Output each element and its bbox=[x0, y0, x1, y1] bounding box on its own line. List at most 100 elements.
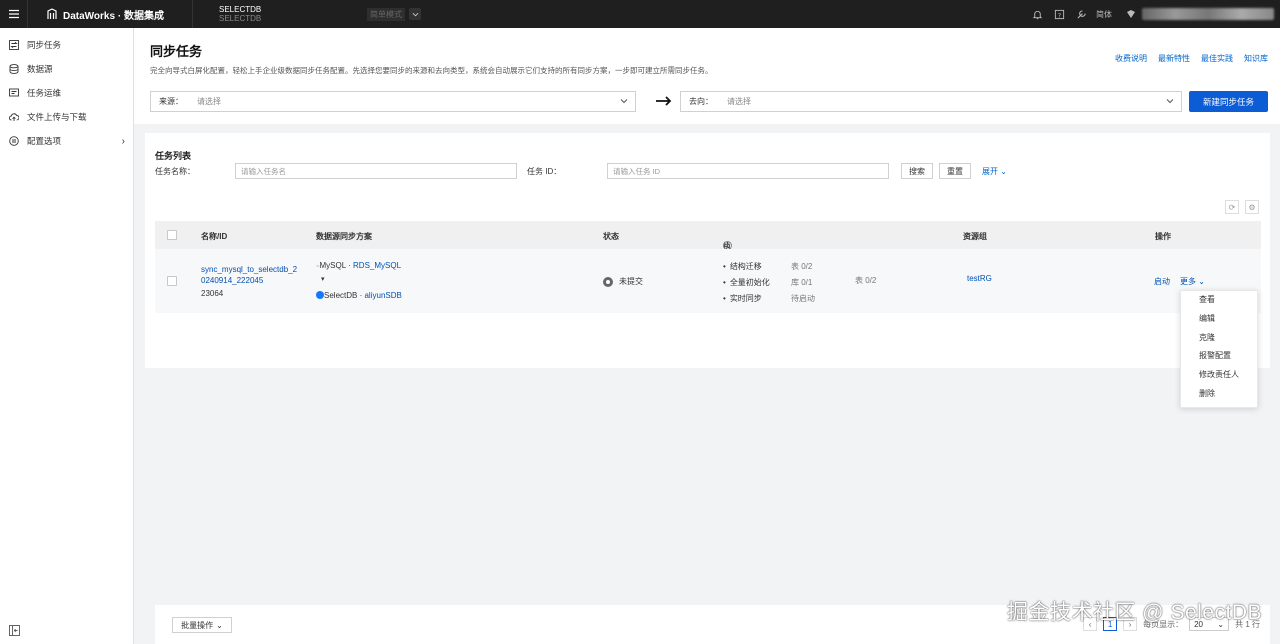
bell-icon[interactable] bbox=[1026, 9, 1048, 20]
menu-item-view[interactable]: 查看 bbox=[1181, 291, 1257, 310]
select-all-checkbox[interactable] bbox=[167, 230, 177, 240]
status-text: 未提交 bbox=[619, 277, 643, 286]
more-actions-menu: 查看 编辑 克隆 报警配置 修改责任人 删除 bbox=[1180, 290, 1258, 408]
menu-item-edit[interactable]: 编辑 bbox=[1181, 310, 1257, 329]
task-name-link[interactable]: sync_mysql_to_selectdb_2 0240914_222045 bbox=[201, 264, 297, 286]
source-placeholder: 请选择 bbox=[197, 97, 221, 106]
chevron-right-icon: › bbox=[121, 135, 125, 147]
sidebar-item-label: 任务运维 bbox=[27, 88, 62, 98]
task-name-label: 任务名称： bbox=[155, 166, 195, 176]
exec-realtime-value: 待启动 bbox=[791, 294, 815, 303]
table-row: sync_mysql_to_selectdb_2 0240914_222045 … bbox=[155, 249, 1261, 313]
col-resource-group: 资源组 bbox=[963, 232, 987, 241]
user-name-redacted[interactable] bbox=[1142, 8, 1274, 20]
task-name-input[interactable]: 请输入任务名 bbox=[235, 163, 517, 179]
mode-switch[interactable]: 简单模式 bbox=[367, 7, 421, 21]
settings-icon bbox=[9, 136, 19, 146]
workspace-selector[interactable]: SELECTDB SELECTDB bbox=[193, 0, 367, 28]
expand-label: 展开 bbox=[982, 167, 998, 176]
exec-full-init-table-value: 表 0/2 bbox=[855, 276, 877, 285]
watermark: 掘金技术社区 @ SelectDB bbox=[1006, 601, 1262, 624]
sidebar-item-config[interactable]: 配置选项 › bbox=[0, 129, 133, 153]
link-best-practice[interactable]: 最佳实践 bbox=[1201, 53, 1233, 64]
target-label: 去向： bbox=[689, 97, 713, 106]
settings-gear-icon[interactable]: ⚙ bbox=[1245, 200, 1259, 214]
table-header: 名称/ID 数据源同步方案 状态 执行概况 ? 资源组 操作 bbox=[155, 221, 1261, 284]
status-dot-icon bbox=[603, 276, 613, 287]
col-scheme: 数据源同步方案 bbox=[316, 232, 372, 241]
database-icon bbox=[9, 64, 19, 74]
collapse-sidebar-icon[interactable] bbox=[9, 625, 20, 636]
link-knowledge-base[interactable]: 知识库 bbox=[1244, 53, 1268, 64]
expand-filters-link[interactable]: 展开 ⌄ bbox=[982, 166, 1007, 177]
search-button[interactable]: 搜索 bbox=[901, 163, 933, 179]
target-datasource-link[interactable]: aliyunSDB bbox=[364, 291, 401, 300]
target-type: SelectDB bbox=[324, 291, 358, 300]
row-checkbox[interactable] bbox=[167, 276, 177, 286]
sidebar-item-datasource[interactable]: 数据源 bbox=[0, 57, 133, 81]
sidebar: 同步任务 数据源 任务运维 文件上传与下载 配置选项 › bbox=[0, 28, 134, 644]
hamburger-menu-icon[interactable] bbox=[0, 0, 28, 28]
tools-icon[interactable] bbox=[1070, 9, 1092, 20]
more-action[interactable]: 更多 ⌄ bbox=[1180, 276, 1205, 287]
brand[interactable]: DataWorks · 数据集成 bbox=[28, 0, 193, 28]
cloud-upload-icon bbox=[9, 113, 19, 121]
task-name-line2: 0240914_222045 bbox=[201, 276, 264, 285]
help-icon[interactable]: ? bbox=[1048, 9, 1070, 20]
refresh-icon[interactable]: ⟳ bbox=[1225, 200, 1239, 214]
chevron-down-icon bbox=[620, 99, 628, 104]
chevron-down-icon bbox=[1166, 99, 1174, 104]
help-links: 收费说明 最新特性 最佳实践 知识库 bbox=[1115, 53, 1268, 64]
source-datasource-link[interactable]: RDS_MySQL bbox=[353, 261, 401, 270]
mode-label: 简单模式 bbox=[367, 7, 405, 21]
menu-item-change-owner[interactable]: 修改责任人 bbox=[1181, 366, 1257, 385]
batch-actions-button[interactable]: 批量操作 ⌄ bbox=[172, 617, 232, 633]
source-select[interactable]: 来源： 请选择 bbox=[150, 91, 636, 112]
source-target-row: 来源： 请选择 去向： 请选择 新建同步任务 bbox=[150, 91, 1268, 112]
down-arrow-icon: ▾ bbox=[321, 276, 325, 283]
user-avatar-icon[interactable] bbox=[1126, 9, 1136, 19]
col-status: 状态 bbox=[603, 232, 619, 241]
dataworks-logo-icon bbox=[47, 8, 57, 19]
status-badge: 未提交 bbox=[603, 276, 643, 287]
sidebar-item-file-transfer[interactable]: 文件上传与下载 bbox=[0, 105, 133, 129]
resource-group-link[interactable]: testRG bbox=[967, 274, 992, 283]
task-id-input[interactable]: 请输入任务 ID bbox=[607, 163, 889, 179]
new-sync-task-button[interactable]: 新建同步任务 bbox=[1189, 91, 1268, 112]
chevron-down-icon: ⌄ bbox=[1198, 277, 1205, 286]
exec-structure-value: 表 0/2 bbox=[791, 262, 813, 271]
col-name[interactable]: 名称/ID bbox=[201, 231, 227, 242]
brand-title: DataWorks · 数据集成 bbox=[63, 10, 164, 22]
sidebar-item-label: 数据源 bbox=[27, 64, 53, 74]
col-actions: 操作 bbox=[1155, 232, 1171, 241]
task-list-panel: 任务列表 任务名称： 请输入任务名 任务 ID： 请输入任务 ID 搜索 重置 … bbox=[145, 133, 1270, 368]
menu-item-clone[interactable]: 克隆 bbox=[1181, 329, 1257, 348]
task-id-placeholder: 请输入任务 ID bbox=[613, 166, 661, 176]
task-id-label: 任务 ID： bbox=[527, 166, 562, 176]
menu-item-delete[interactable]: 删除 bbox=[1181, 385, 1257, 404]
language-switch[interactable]: 简体 bbox=[1096, 9, 1112, 20]
sidebar-item-ops[interactable]: 任务运维 bbox=[0, 81, 133, 105]
task-id-input-wrap: 请输入任务 ID bbox=[607, 163, 889, 179]
start-action[interactable]: 启动 bbox=[1154, 276, 1170, 287]
source-scheme: ~MySQL · RDS_MySQL bbox=[316, 261, 401, 270]
task-name-filter: 任务名称： bbox=[155, 163, 195, 179]
menu-item-alert-config[interactable]: 报警配置 bbox=[1181, 347, 1257, 366]
target-select[interactable]: 去向： 请选择 bbox=[680, 91, 1182, 112]
sidebar-item-sync-task[interactable]: 同步任务 bbox=[0, 33, 133, 57]
batch-label: 批量操作 bbox=[181, 620, 214, 630]
monitor-icon bbox=[9, 88, 19, 97]
link-new-features[interactable]: 最新特性 bbox=[1158, 53, 1190, 64]
sidebar-item-label: 同步任务 bbox=[27, 40, 62, 50]
more-label: 更多 bbox=[1180, 277, 1196, 286]
link-pricing[interactable]: 收费说明 bbox=[1115, 53, 1147, 64]
svg-text:?: ? bbox=[1057, 11, 1060, 19]
sidebar-item-label: 文件上传与下载 bbox=[27, 112, 87, 122]
reset-button[interactable]: 重置 bbox=[939, 163, 971, 179]
page-title: 同步任务 bbox=[150, 44, 203, 59]
selectdb-icon bbox=[316, 291, 324, 299]
page-description: 完全向导式白屏化配置，轻松上手企业级数据同步任务配置。先选择您要同步的来源和去向… bbox=[150, 66, 713, 75]
sidebar-item-label: 配置选项 bbox=[27, 136, 62, 146]
exec-full-init: 全量初始化 bbox=[723, 275, 770, 291]
chevron-down-icon[interactable] bbox=[409, 8, 421, 20]
